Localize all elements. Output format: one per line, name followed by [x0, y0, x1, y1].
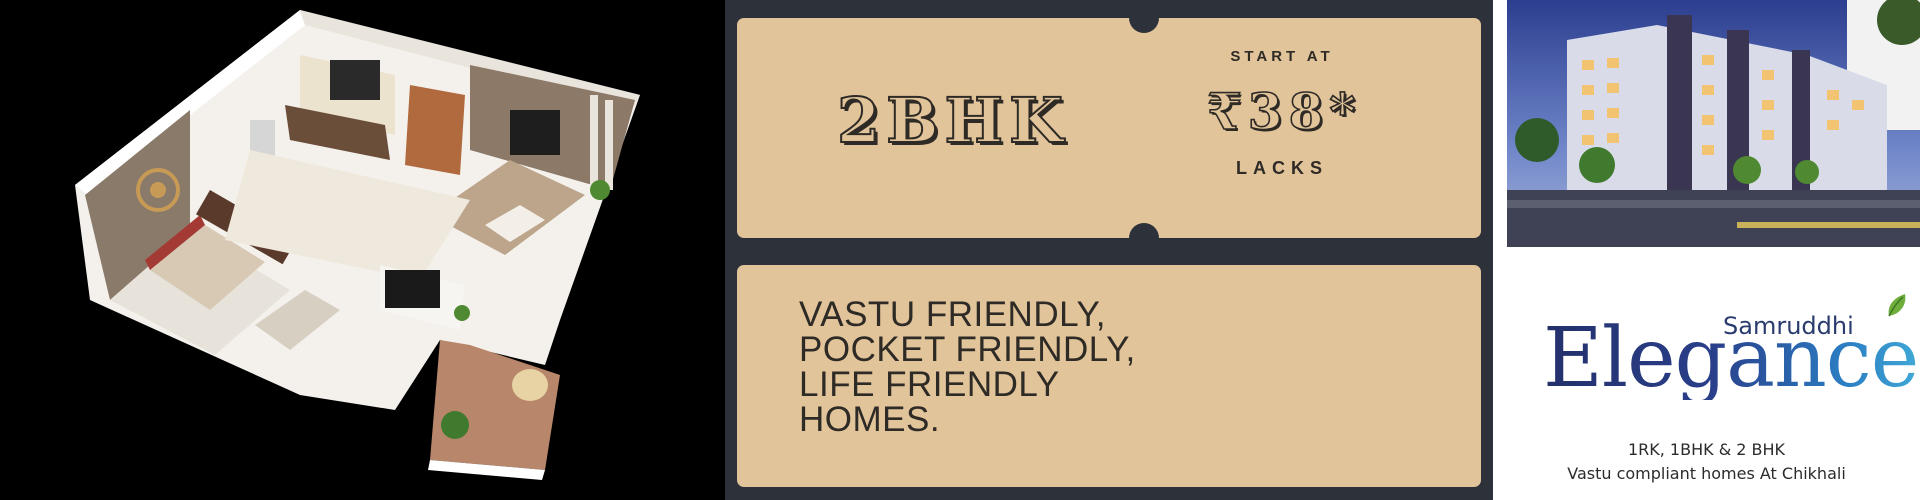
slogan-line: POCKET FRIENDLY, — [799, 330, 1136, 369]
brand-panel: Samruddhi Elegance 1RK, 1BHK & 2 BHK Vas… — [1493, 0, 1920, 500]
slogan-card: VASTU FRIENDLY, POCKET FRIENDLY, LIFE FR… — [737, 265, 1481, 487]
offer-panel: 2BHK START AT ₹38* LACKS VASTU FRIENDLY,… — [725, 0, 1493, 500]
slogan-line: VASTU FRIENDLY, — [799, 295, 1107, 334]
slogan-line: LIFE FRIENDLY — [799, 365, 1060, 404]
tagline-unit-types: 1RK, 1BHK & 2 BHK — [1627, 440, 1786, 459]
start-at-label: START AT — [1230, 48, 1334, 65]
tagline-location: Vastu compliant homes At Chikhali — [1567, 464, 1846, 483]
leaf-icon — [1888, 294, 1906, 317]
floor-plan-image — [75, 10, 640, 480]
ticket-notch-top — [1129, 3, 1159, 33]
ticket-notch-bottom — [1129, 223, 1159, 253]
slogan-line: HOMES. — [799, 400, 941, 439]
price-unit: LACKS — [1236, 158, 1328, 178]
price-value: ₹38* — [1206, 81, 1362, 142]
floor-plan-panel — [0, 0, 725, 500]
price-ticket: 2BHK START AT ₹38* LACKS — [737, 3, 1481, 253]
building-photo — [1507, 0, 1920, 247]
brand-logo: Samruddhi Elegance 1RK, 1BHK & 2 BHK Vas… — [1493, 252, 1920, 500]
brand-name-large: Elegance — [1543, 311, 1919, 406]
slogan-text: VASTU FRIENDLY, POCKET FRIENDLY, LIFE FR… — [799, 297, 1136, 437]
unit-type-title: 2BHK — [836, 83, 1070, 158]
